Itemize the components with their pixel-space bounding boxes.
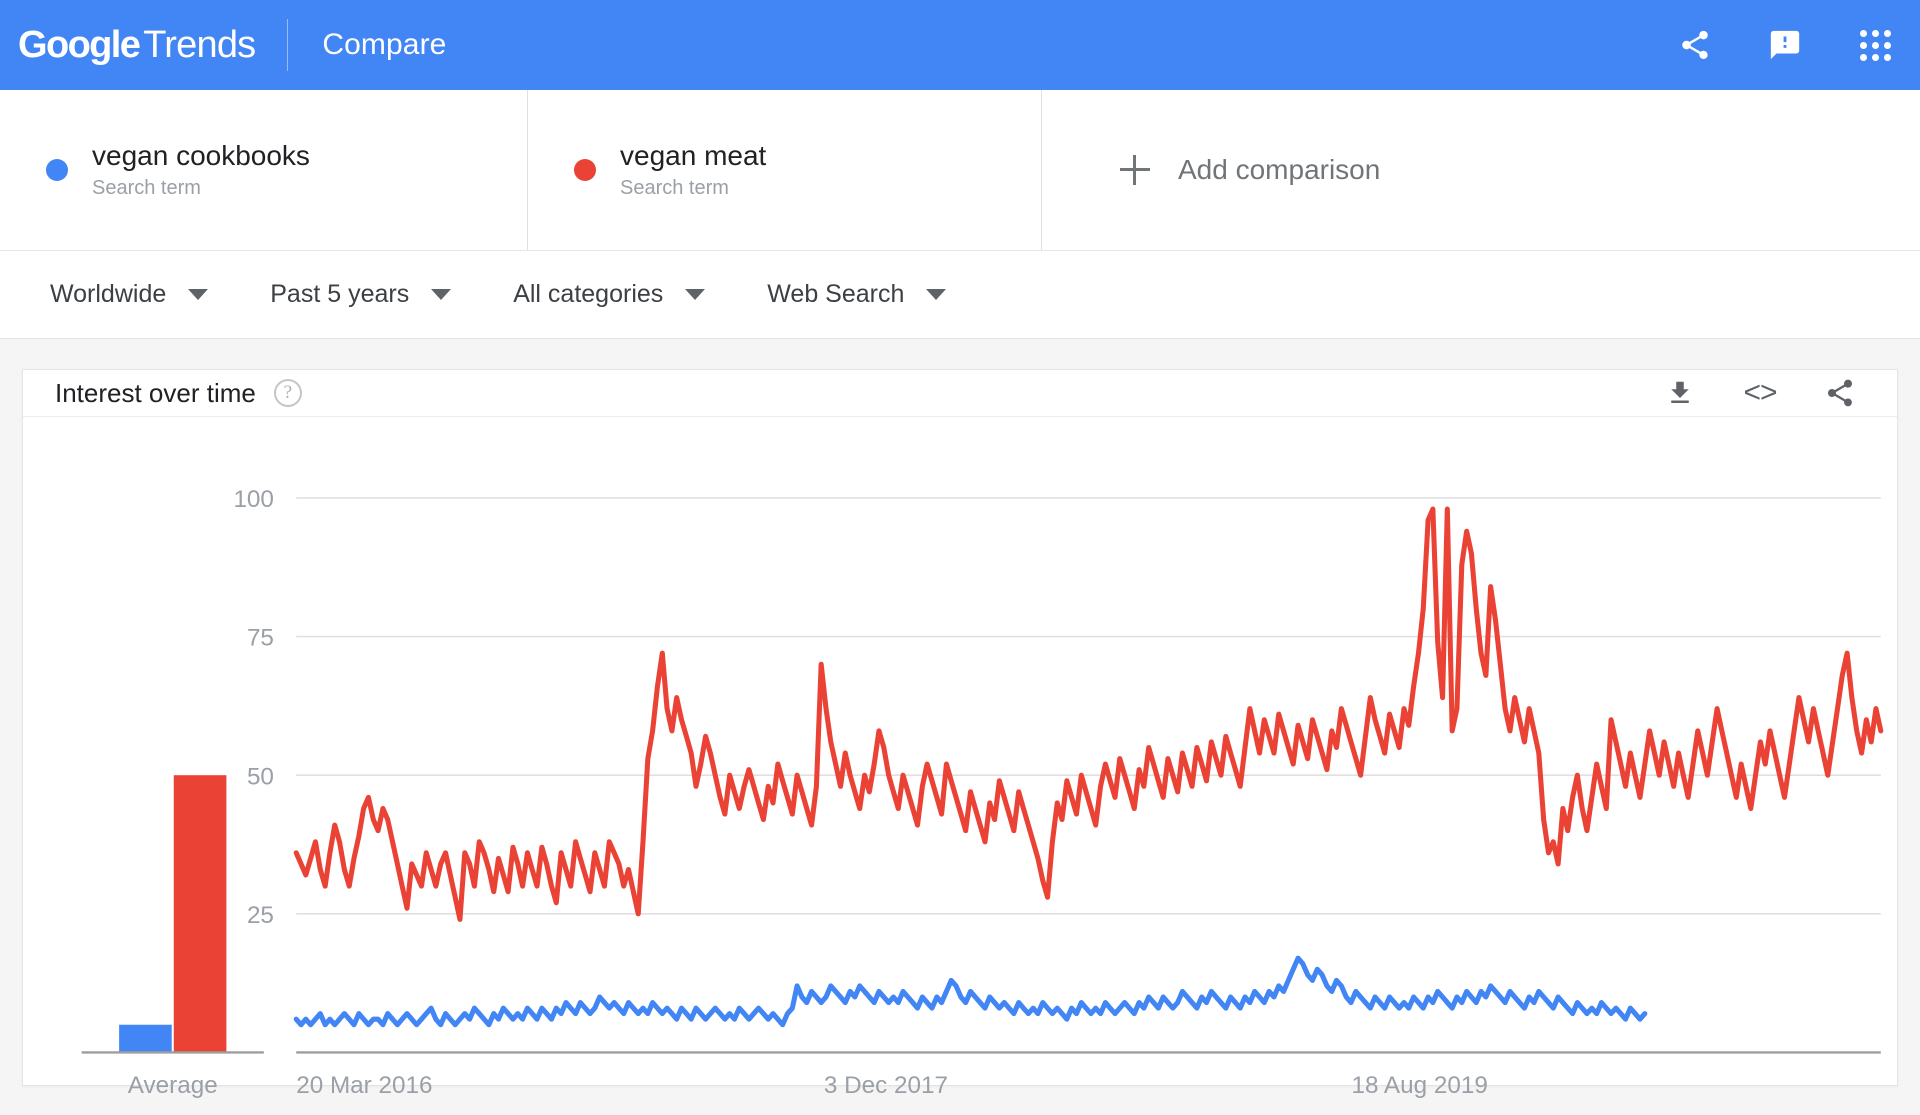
download-icon[interactable] bbox=[1657, 370, 1703, 416]
term-color-dot-red bbox=[574, 159, 596, 181]
card-title: Interest over time bbox=[55, 377, 256, 408]
share-icon-svg bbox=[1682, 30, 1708, 60]
feedback-icon-svg bbox=[1770, 30, 1800, 60]
filter-location[interactable]: Worldwide bbox=[50, 280, 209, 309]
y-axis-tick-100: 100 bbox=[233, 486, 274, 513]
header-divider bbox=[287, 19, 289, 71]
x-axis-tick-0: 20 Mar 2016 bbox=[296, 1072, 432, 1099]
term-color-dot-blue bbox=[46, 159, 68, 181]
filter-time-range[interactable]: Past 5 years bbox=[270, 280, 452, 309]
term-1-name: vegan cookbooks bbox=[92, 140, 310, 172]
share-icon[interactable] bbox=[1672, 22, 1718, 68]
x-axis-tick-1: 3 Dec 2017 bbox=[824, 1072, 948, 1099]
term-1-text: vegan cookbooks Search term bbox=[92, 141, 310, 198]
add-comparison-label: Add comparison bbox=[1178, 154, 1381, 185]
add-comparison-button[interactable]: Add comparison bbox=[1042, 90, 1920, 250]
term-2-text: vegan meat Search term bbox=[620, 141, 766, 198]
share-icon[interactable] bbox=[1817, 370, 1863, 416]
chart-area: 25 50 75 100 20 Mar 2016 3 Dec 2017 18 Aug 201… bbox=[23, 417, 1897, 1115]
chevron-down-icon bbox=[685, 289, 706, 300]
term-2-type: Search term bbox=[620, 176, 729, 199]
chevron-down-icon bbox=[926, 289, 947, 300]
embed-glyph: <> bbox=[1743, 376, 1777, 409]
y-axis-tick-50: 50 bbox=[247, 763, 274, 790]
average-bar-vegan-cookbooks bbox=[119, 1024, 172, 1053]
page-title: Compare bbox=[322, 28, 447, 61]
filter-search-type[interactable]: Web Search bbox=[767, 280, 947, 309]
filter-location-label: Worldwide bbox=[50, 280, 167, 308]
average-label: Average bbox=[128, 1072, 218, 1099]
filter-search-type-label: Web Search bbox=[767, 280, 905, 308]
filter-category[interactable]: All categories bbox=[513, 280, 706, 309]
y-axis-tick-75: 75 bbox=[247, 625, 274, 652]
card-header: Interest over time ? <> bbox=[23, 370, 1897, 417]
filter-bar: Worldwide Past 5 years All categories We… bbox=[0, 251, 1920, 339]
interest-over-time-chart[interactable]: 25 50 75 100 20 Mar 2016 3 Dec 2017 18 Aug 201… bbox=[23, 417, 1897, 1115]
series-line-vegan-cookbooks bbox=[293, 955, 1648, 1028]
interest-over-time-card: Interest over time ? <> 25 50 75 100 20 … bbox=[22, 369, 1898, 1099]
series-line-vegan-meat bbox=[293, 506, 1884, 922]
chevron-down-icon bbox=[188, 289, 209, 300]
share-icon-svg bbox=[1828, 379, 1852, 407]
page-content: Interest over time ? <> 25 50 75 100 20 … bbox=[0, 339, 1920, 1106]
appbar-actions bbox=[1672, 22, 1898, 68]
term-2-name: vegan meat bbox=[620, 140, 767, 172]
logo-google-text: Google bbox=[18, 24, 141, 66]
comparison-term-1[interactable]: vegan cookbooks Search term bbox=[0, 90, 528, 250]
term-1-type: Search term bbox=[92, 176, 201, 199]
filter-time-range-label: Past 5 years bbox=[270, 280, 410, 308]
top-app-bar: Google Trends Compare bbox=[0, 0, 1920, 90]
filter-category-label: All categories bbox=[513, 280, 664, 308]
apps-grid-icon[interactable] bbox=[1852, 22, 1898, 68]
card-actions: <> bbox=[1657, 370, 1863, 416]
logo-trends-text: Trends bbox=[143, 24, 256, 66]
plus-icon bbox=[1120, 155, 1150, 185]
apps-grid-dots bbox=[1859, 29, 1891, 61]
chevron-down-icon bbox=[431, 289, 452, 300]
help-icon[interactable]: ? bbox=[273, 379, 302, 407]
feedback-icon[interactable] bbox=[1762, 22, 1808, 68]
x-axis-tick-2: 18 Aug 2019 bbox=[1352, 1072, 1488, 1099]
google-trends-logo[interactable]: Google Trends bbox=[18, 24, 256, 66]
average-bar-vegan-meat bbox=[173, 775, 227, 1053]
comparison-terms-row: vegan cookbooks Search term vegan meat S… bbox=[0, 90, 1920, 251]
embed-icon[interactable]: <> bbox=[1737, 370, 1783, 416]
download-icon-svg bbox=[1671, 381, 1689, 403]
y-axis-tick-25: 25 bbox=[247, 902, 274, 929]
comparison-term-2[interactable]: vegan meat Search term bbox=[528, 90, 1042, 250]
